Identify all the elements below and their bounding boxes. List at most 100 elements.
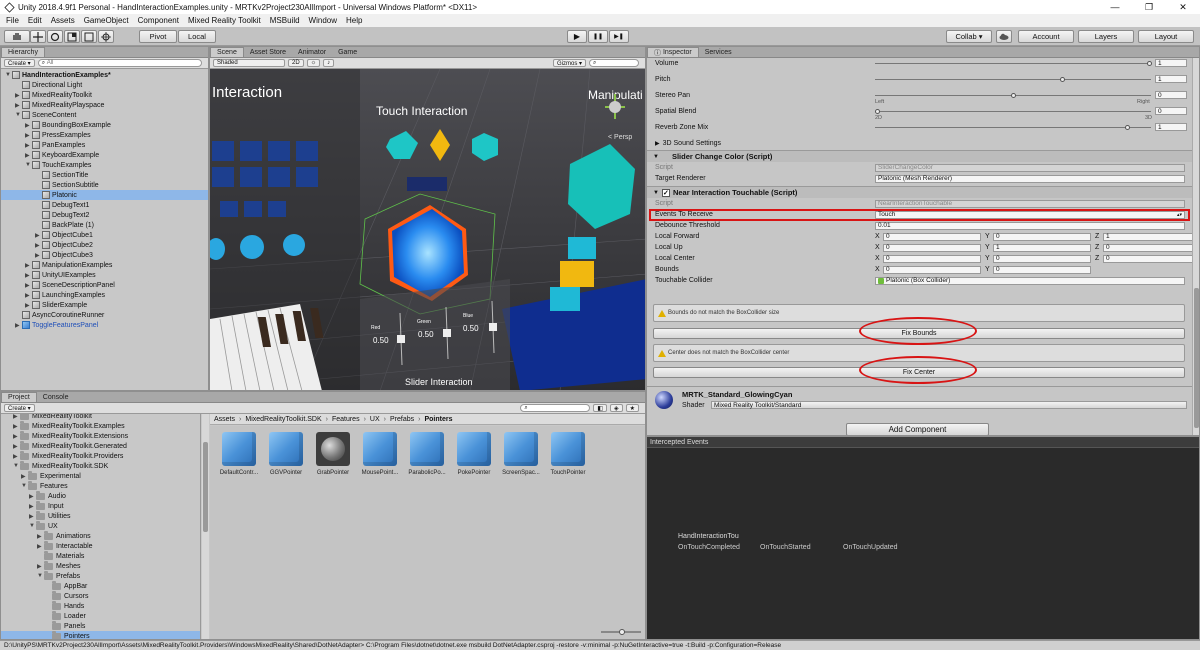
hierarchy-search-input[interactable]: ⌕ All — [37, 59, 202, 67]
foldout-arrow-icon[interactable]: ▶ — [37, 533, 44, 540]
project-folder-item[interactable]: Cursors — [1, 590, 200, 601]
light-toggle[interactable]: ☼ — [306, 59, 321, 67]
asset-item[interactable]: ScreenSpac... — [497, 432, 545, 476]
cloud-button[interactable] — [996, 30, 1012, 43]
vector-component-input[interactable]: 0 — [883, 265, 981, 274]
scene-viewport[interactable]: Interaction Touch Interaction < Persp Re… — [210, 69, 646, 391]
enabled-checkbox[interactable]: ✓ — [661, 188, 670, 197]
foldout-arrow-icon[interactable]: ▶ — [25, 132, 32, 139]
vector-component-input[interactable]: 1 — [1103, 232, 1199, 241]
breadcrumb-item[interactable]: Pointers — [424, 416, 452, 423]
audio-slider-track[interactable] — [875, 127, 1151, 128]
gizmos-dropdown[interactable]: Gizmos ▾ — [552, 59, 586, 67]
vector-component-input[interactable]: 0 — [993, 265, 1091, 274]
breadcrumb-item[interactable]: UX — [370, 416, 380, 423]
icon-size-slider-knob[interactable] — [619, 629, 625, 635]
hierarchy-item[interactable]: SectionSubtitle — [1, 180, 208, 190]
project-folder-item[interactable]: ▼ UX — [1, 520, 200, 531]
icon-size-slider[interactable] — [601, 629, 641, 635]
breadcrumb-item[interactable]: Features — [332, 416, 360, 423]
foldout-arrow-icon[interactable]: ▶ — [37, 543, 44, 550]
project-folder-item[interactable]: ▶ Utilities — [1, 510, 200, 521]
project-folder-item[interactable]: ▶ MixedRealityToolkit.Generated — [1, 440, 200, 451]
project-folder-item[interactable]: Hands — [1, 600, 200, 611]
hierarchy-item[interactable]: ▼ SceneContent — [1, 110, 208, 120]
project-tree-scroll-thumb[interactable] — [203, 442, 208, 532]
foldout-arrow-icon[interactable]: ▶ — [35, 242, 42, 249]
local-toggle[interactable]: Local — [178, 30, 216, 43]
scene-search-input[interactable]: ⌕ — [589, 59, 639, 67]
project-folder-item[interactable]: ▼ Prefabs — [1, 570, 200, 581]
foldout-arrow-icon[interactable]: ▶ — [25, 122, 32, 129]
hierarchy-item[interactable]: ▶ ObjectCube2 — [1, 240, 208, 250]
menu-file[interactable]: File — [6, 16, 19, 25]
audio-slider-knob[interactable] — [1059, 77, 1065, 82]
project-folder-item[interactable]: ▼ Features — [1, 480, 200, 491]
debounce-threshold-input[interactable]: 0.01 — [875, 221, 1185, 230]
foldout-arrow-icon[interactable]: ▶ — [25, 292, 32, 299]
foldout-arrow-icon[interactable]: ▶ — [37, 563, 44, 570]
project-folder-item[interactable]: ▶ Interactable — [1, 540, 200, 551]
foldout-arrow-icon[interactable]: ▶ — [29, 513, 36, 520]
menu-edit[interactable]: Edit — [28, 16, 42, 25]
hierarchy-item[interactable]: ▶ KeyboardExample — [1, 150, 208, 160]
foldout-arrow-icon[interactable]: ▶ — [29, 503, 36, 510]
hierarchy-item[interactable]: AsyncCoroutineRunner — [1, 310, 208, 320]
project-folder-item[interactable]: ▶ MixedRealityToolkit — [1, 414, 200, 421]
hierarchy-item[interactable]: ▶ PressExamples — [1, 130, 208, 140]
project-folder-item[interactable]: Pointers — [1, 630, 200, 639]
menu-component[interactable]: Component — [138, 16, 179, 25]
project-folder-item[interactable]: Materials — [1, 550, 200, 561]
add-component-button[interactable]: Add Component — [846, 423, 989, 435]
hierarchy-item[interactable]: DebugText1 — [1, 200, 208, 210]
hierarchy-item[interactable]: ▼ TouchExamples — [1, 160, 208, 170]
hierarchy-item[interactable]: ▶ BoundingBoxExample — [1, 120, 208, 130]
play-button[interactable]: ▶ — [567, 30, 587, 43]
foldout-arrow-icon[interactable]: ▶ — [35, 252, 42, 259]
foldout-arrow-icon[interactable]: ▶ — [13, 414, 20, 420]
account-dropdown[interactable]: Account — [1018, 30, 1074, 43]
vector-component-input[interactable]: 0 — [1103, 254, 1199, 263]
rotate-tool-button[interactable] — [47, 30, 63, 43]
project-folder-item[interactable]: Loader — [1, 610, 200, 621]
audio-value-input[interactable]: 0 — [1155, 91, 1187, 99]
move-tool-button[interactable] — [30, 30, 46, 43]
tab-inspector[interactable]: ⓘ Inspector — [647, 47, 699, 57]
favorite-star-icon[interactable]: ★ — [625, 404, 639, 412]
foldout-arrow-icon[interactable]: ▶ — [13, 423, 20, 430]
foldout-arrow-icon[interactable]: ▶ — [25, 282, 32, 289]
filter-by-type-icon[interactable]: ◧ — [593, 404, 607, 412]
foldout-arrow-icon[interactable]: ▶ — [35, 232, 42, 239]
asset-item[interactable]: GrabPointer — [309, 432, 357, 476]
project-folder-item[interactable]: ▶ MixedRealityToolkit.Providers — [1, 450, 200, 461]
foldout-arrow-icon[interactable]: ▼ — [15, 112, 22, 118]
asset-item[interactable]: MousePoint... — [356, 432, 404, 476]
audio-value-input[interactable]: 0 — [1155, 107, 1187, 115]
near-touchable-header[interactable]: ▼ ✓ Near Interaction Touchable (Script) — [647, 186, 1193, 198]
hierarchy-item[interactable]: Directional Light — [1, 80, 208, 90]
project-tree-scrollbar[interactable] — [202, 414, 209, 639]
vector-component-input[interactable]: 0 — [883, 232, 981, 241]
hierarchy-item[interactable]: ▶ SceneDescriptionPanel — [1, 280, 208, 290]
foldout-arrow-icon[interactable]: ▶ — [15, 92, 22, 99]
pause-button[interactable]: ❚❚ — [588, 30, 608, 43]
foldout-arrow-icon[interactable]: ▶ — [21, 473, 28, 480]
vector-component-input[interactable]: 0 — [883, 254, 981, 263]
inspector-scrollbar[interactable] — [1192, 58, 1199, 435]
project-create-button[interactable]: Create ▾ — [4, 404, 35, 412]
shader-dropdown[interactable]: Mixed Reality Toolkit/Standard — [711, 401, 1187, 409]
2d-toggle[interactable]: 2D — [288, 59, 304, 67]
pivot-toggle[interactable]: Pivot — [139, 30, 177, 43]
target-renderer-field[interactable]: Platonic (Mesh Renderer) — [875, 174, 1185, 183]
vector-component-input[interactable]: 1 — [993, 243, 1091, 252]
asset-item[interactable]: TouchPointer — [544, 432, 592, 476]
hierarchy-item[interactable]: ▶ ToggleFeaturesPanel — [1, 320, 208, 330]
hierarchy-item[interactable]: ▶ ManipulationExamples — [1, 260, 208, 270]
collab-dropdown[interactable]: Collab ▾ — [946, 30, 992, 43]
hierarchy-item[interactable]: ▶ MixedRealityPlayspace — [1, 100, 208, 110]
foldout-arrow-icon[interactable]: ▶ — [15, 102, 22, 109]
scale-tool-button[interactable] — [64, 30, 80, 43]
asset-item[interactable]: ParabolicPo... — [403, 432, 451, 476]
audio-slider-knob[interactable] — [1125, 125, 1131, 130]
vector-component-input[interactable]: 0 — [993, 232, 1091, 241]
